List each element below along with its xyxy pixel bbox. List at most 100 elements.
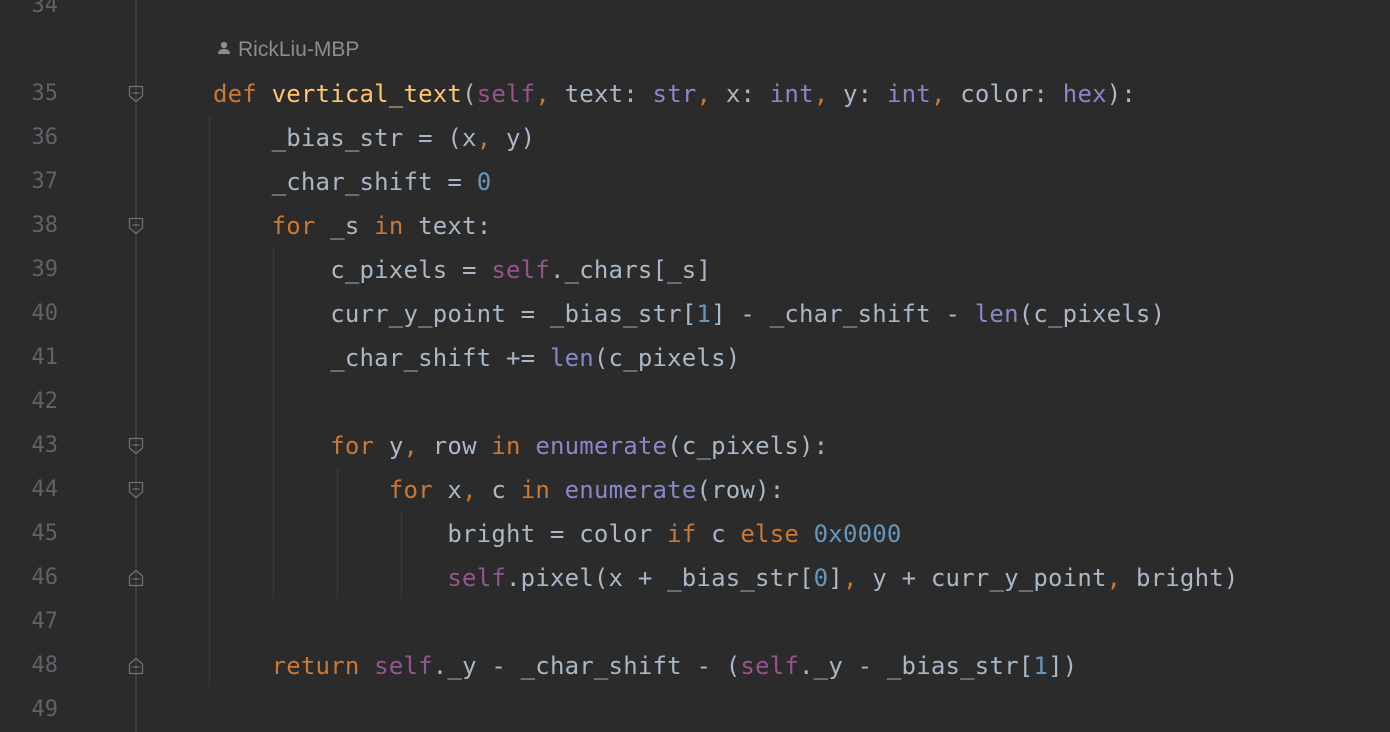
code-text[interactable]: _char_shift += len(c_pixels): [213, 336, 740, 380]
code-token: enumerate: [564, 476, 697, 504]
code-token: (c_pixels):: [667, 432, 829, 460]
code-token: ,: [535, 80, 565, 108]
code-text[interactable]: def vertical_text(self, text: str, x: in…: [213, 72, 1136, 116]
code-token: row: [432, 432, 492, 460]
code-line[interactable]: 34: [0, 0, 1390, 28]
line-number[interactable]: 35: [0, 72, 59, 116]
code-token: _char_shift +=: [213, 344, 550, 372]
line-number[interactable]: 47: [0, 600, 59, 644]
code-token: vertical_text: [271, 80, 463, 108]
code-line[interactable]: 45 bright = color if c else 0x0000: [0, 512, 1390, 556]
code-token: return: [271, 652, 375, 680]
code-token: for: [330, 432, 389, 460]
fold-open-icon[interactable]: [128, 437, 144, 455]
line-number[interactable]: 48: [0, 644, 59, 688]
code-line[interactable]: 41 _char_shift += len(c_pixels): [0, 336, 1390, 380]
code-line[interactable]: 39 c_pixels = self._chars[_s]: [0, 248, 1390, 292]
code-token: text:: [564, 80, 653, 108]
code-line[interactable]: 47: [0, 600, 1390, 644]
code-line[interactable]: 38 for _s in text:: [0, 204, 1390, 248]
code-text[interactable]: for x, c in enumerate(row):: [213, 468, 784, 512]
code-line[interactable]: 40 curr_y_point = _bias_str[1] - _char_s…: [0, 292, 1390, 336]
code-text[interactable]: for y, row in enumerate(c_pixels):: [213, 424, 828, 468]
code-token: ,: [813, 80, 844, 108]
code-token: in: [374, 212, 419, 240]
code-token: ]): [1048, 652, 1078, 680]
line-number[interactable]: 38: [0, 204, 59, 248]
code-text[interactable]: _char_shift = 0: [213, 160, 492, 204]
fold-open-icon[interactable]: [128, 217, 144, 235]
code-token: 0x0000: [813, 520, 902, 548]
code-text[interactable]: _bias_str = (x, y): [213, 116, 536, 160]
code-token: 1: [696, 300, 712, 328]
code-token: .pixel(x + _bias_str[: [506, 564, 814, 592]
line-number[interactable]: 49: [0, 688, 59, 732]
code-author-hint[interactable]: RickLiu-MBP: [216, 28, 359, 72]
line-number[interactable]: 34: [0, 0, 59, 28]
code-token: else: [740, 520, 814, 548]
line-number[interactable]: 44: [0, 468, 59, 512]
code-token: self: [374, 652, 433, 680]
line-number[interactable]: 46: [0, 556, 59, 600]
line-number[interactable]: 40: [0, 292, 59, 336]
line-number[interactable]: 37: [0, 160, 59, 204]
code-text[interactable]: c_pixels = self._chars[_s]: [213, 248, 711, 292]
line-number[interactable]: 42: [0, 380, 59, 424]
code-token: for: [388, 476, 448, 504]
code-token: 0: [813, 564, 829, 592]
code-text[interactable]: return self._y - _char_shift - (self._y …: [213, 644, 1078, 688]
code-text[interactable]: for _s in text:: [213, 204, 492, 248]
code-editor[interactable]: RickLiu-MBP 34 35 def vertical_text(self, …: [0, 0, 1390, 732]
fold-open-icon[interactable]: [128, 481, 144, 499]
code-token: hex: [1062, 80, 1107, 108]
code-token: (row):: [696, 476, 785, 504]
code-token: ._y - _bias_str[: [799, 652, 1034, 680]
fold-open-icon[interactable]: [128, 85, 144, 103]
fold-close-icon[interactable]: [128, 569, 144, 587]
line-number[interactable]: 41: [0, 336, 59, 380]
code-token: x: [447, 476, 463, 504]
code-token: ._y - _char_shift - (: [432, 652, 741, 680]
code-token: len: [974, 300, 1019, 328]
code-line[interactable]: 37 _char_shift = 0: [0, 160, 1390, 204]
code-token: _s: [330, 212, 375, 240]
code-text[interactable]: self.pixel(x + _bias_str[0], y + curr_y_…: [213, 556, 1239, 600]
code-line[interactable]: 35 def vertical_text(self, text: str, x: …: [0, 72, 1390, 116]
code-token: 0: [476, 168, 492, 196]
code-text[interactable]: curr_y_point = _bias_str[1] - _char_shif…: [213, 292, 1165, 336]
line-number[interactable]: 36: [0, 116, 59, 160]
code-line[interactable]: 42: [0, 380, 1390, 424]
code-line[interactable]: 43 for y, row in enumerate(c_pixels):: [0, 424, 1390, 468]
code-token: int: [886, 80, 931, 108]
code-line[interactable]: 46 self.pixel(x + _bias_str[0], y + curr…: [0, 556, 1390, 600]
code-token: self: [740, 652, 800, 680]
code-token: enumerate: [535, 432, 668, 460]
code-token: c_pixels =: [213, 256, 492, 284]
code-line[interactable]: 48 return self._y - _char_shift - (self.…: [0, 644, 1390, 688]
code-token: _bias_str = (x: [213, 124, 477, 152]
author-name: RickLiu-MBP: [238, 38, 360, 61]
code-line[interactable]: 36 _bias_str = (x, y): [0, 116, 1390, 160]
code-token: self: [476, 80, 536, 108]
code-token: self: [491, 256, 550, 284]
code-token: ):: [1106, 80, 1137, 108]
code-token: ,: [462, 476, 492, 504]
code-line[interactable]: 44 for x, c in enumerate(row):: [0, 468, 1390, 512]
line-number[interactable]: 43: [0, 424, 59, 468]
code-token: len: [549, 344, 594, 372]
code-text[interactable]: bright = color if c else 0x0000: [213, 512, 902, 556]
code-token: (c_pixels): [1018, 300, 1166, 328]
code-token: _char_shift =: [213, 168, 477, 196]
code-token: self: [447, 564, 506, 592]
code-token: str: [652, 80, 697, 108]
fold-close-icon[interactable]: [128, 657, 144, 675]
line-number[interactable]: 45: [0, 512, 59, 556]
line-number[interactable]: 39: [0, 248, 59, 292]
code-line[interactable]: 49: [0, 688, 1390, 732]
code-token: c: [491, 476, 521, 504]
code-token: y): [506, 124, 536, 152]
